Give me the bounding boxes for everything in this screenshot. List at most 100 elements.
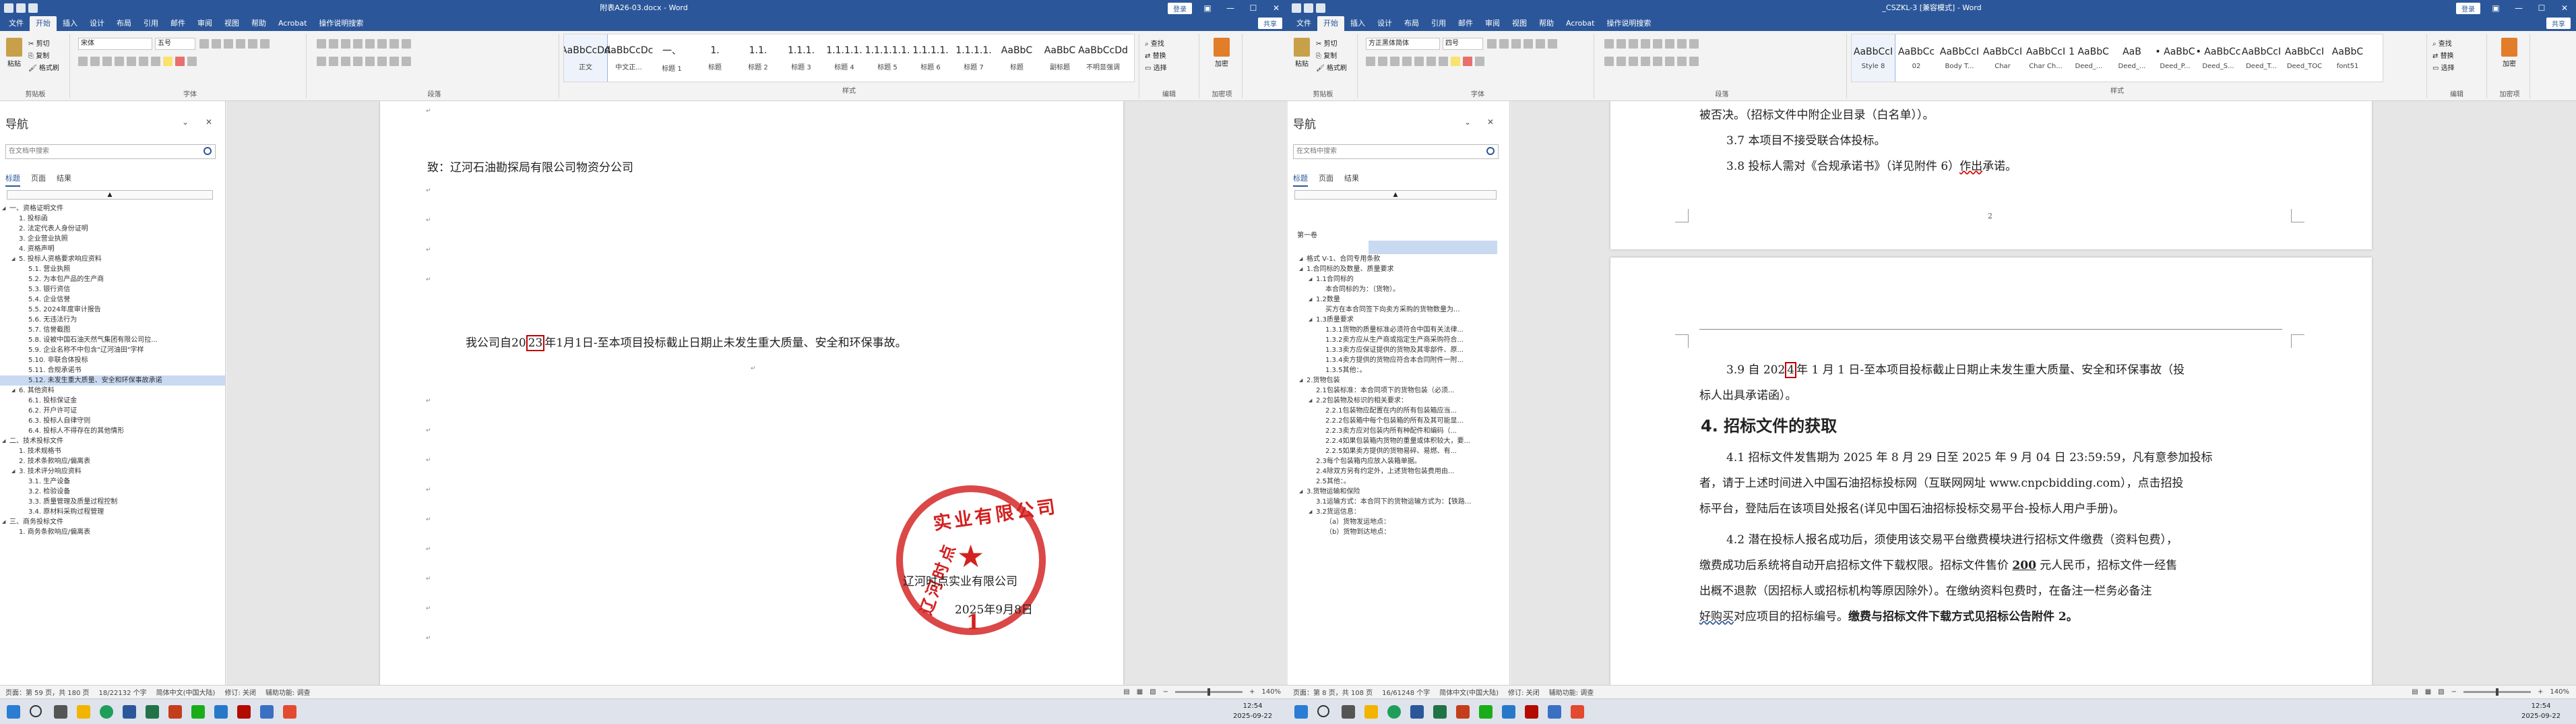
nav-heading-item[interactable]: 2.2.4如果包装箱内货物的重量或体积较大，要... <box>1288 436 1509 446</box>
select-button[interactable]: ▭ 选择 <box>1145 62 1167 72</box>
document-page-prev[interactable]: 被否决。（招标文件中附企业目录（白名单））。 3.7 本项目不接受联合体投标。 … <box>1610 101 2372 249</box>
menu-tab-4[interactable]: 布局 <box>111 16 137 31</box>
style-item[interactable]: AaBbCcI Deed_T... <box>2240 34 2283 82</box>
menu-tab-1[interactable]: 开始 <box>1317 16 1344 31</box>
start-icon[interactable] <box>7 705 20 719</box>
nav-heading-item[interactable]: （a）货物发运地点： <box>1288 517 1509 527</box>
accessibility[interactable]: 辅助功能: 调查 <box>1549 687 1594 697</box>
nav-heading-item[interactable]: 2. 技术条款响应/偏离表 <box>0 456 225 466</box>
italic-icon[interactable] <box>1378 57 1387 66</box>
app-icon[interactable] <box>1548 705 1561 719</box>
underline-icon[interactable] <box>102 57 112 66</box>
style-item[interactable]: 1. 标题 <box>693 34 736 82</box>
nav-heading-item[interactable]: 5.2. 为本包产品的生产商 <box>0 274 225 284</box>
italic-icon[interactable] <box>90 57 100 66</box>
nav-heading-item[interactable]: 3.2. 检验设备 <box>0 487 225 497</box>
nav-heading-item[interactable]: ◢ 1.1合同标的 <box>1288 274 1509 284</box>
page-count[interactable]: 页面：第 8 页，共 108 页 <box>1293 687 1373 697</box>
word-count[interactable]: 18/22132 个字 <box>99 687 147 697</box>
nav-heading-item[interactable]: 5.10. 非联合体投标 <box>0 355 225 365</box>
select-button[interactable]: ▭ 选择 <box>2432 62 2455 72</box>
nav-heading-item[interactable]: ◢ 3.货物运输和保险 <box>1288 487 1509 497</box>
nav-heading-item[interactable]: 5.4. 企业信誉 <box>0 295 225 305</box>
change-case-icon[interactable] <box>224 39 233 49</box>
read-mode-icon[interactable]: ▤ <box>2412 688 2418 696</box>
edge-icon[interactable] <box>1502 705 1515 719</box>
justify-icon[interactable] <box>353 57 363 66</box>
style-item[interactable]: 1.1.1.1. 标题 6 <box>909 34 952 82</box>
nav-heading-item[interactable]: 1.3.4卖方提供的货物应符合本合同附件一附... <box>1288 355 1509 365</box>
copy-button[interactable]: ⎘ 复制 <box>1316 50 1337 60</box>
nav-heading-item[interactable]: （b）货物到达地点： <box>1288 527 1509 537</box>
menu-tab-0[interactable]: 文件 <box>3 16 30 31</box>
excel-icon[interactable] <box>1433 705 1447 719</box>
nav-heading-item[interactable]: ◢ 1.合同标的及数量、质量要求 <box>1288 264 1509 274</box>
bullets-icon[interactable] <box>317 39 326 49</box>
nav-heading-item[interactable]: 2.4除双方另有约定外，上述货物包装费用由... <box>1288 466 1509 477</box>
align-center-icon[interactable] <box>329 57 338 66</box>
nav-heading-item[interactable]: 2.1包装标准：本合同项下的货物包装（必须... <box>1288 386 1509 396</box>
search-icon[interactable] <box>1486 147 1495 155</box>
bold-icon[interactable] <box>78 57 88 66</box>
show-marks-icon[interactable] <box>402 39 411 49</box>
close-icon[interactable]: ✕ <box>1269 3 1284 13</box>
cut-button[interactable]: ✂ 剪切 <box>28 38 50 48</box>
style-item[interactable]: 1 AaBbC Deed_... <box>2067 34 2110 82</box>
char-shading-icon[interactable] <box>187 57 197 66</box>
text-effect-icon[interactable] <box>151 57 160 66</box>
highlight-icon[interactable] <box>163 57 172 66</box>
shrink-font-icon[interactable] <box>212 39 221 49</box>
sort-icon[interactable] <box>389 39 399 49</box>
shading-icon[interactable] <box>1677 57 1687 66</box>
font-name-combo[interactable]: 宋体 <box>78 38 152 50</box>
minimize-icon[interactable]: — <box>2511 3 2526 13</box>
menu-tab-6[interactable]: 邮件 <box>164 16 191 31</box>
task-view-icon[interactable] <box>1342 705 1355 719</box>
menu-tab-5[interactable]: 引用 <box>137 16 164 31</box>
nav-heading-item[interactable]: 3.4. 原材料采购过程管理 <box>0 507 225 517</box>
phonetic-icon[interactable] <box>248 39 257 49</box>
nav-heading-item[interactable]: 5.5. 2024年度审计报告 <box>0 305 225 315</box>
track-changes[interactable]: 修订: 关闭 <box>224 687 256 697</box>
font-color-icon[interactable] <box>175 57 185 66</box>
nav-tab-1[interactable]: 页面 <box>1319 173 1333 187</box>
menu-tab-8[interactable]: 视图 <box>1506 16 1533 31</box>
nav-heading-item[interactable]: ◢ 格式 V-1、合同专用条款 <box>1288 254 1509 264</box>
justify-icon[interactable] <box>1641 57 1650 66</box>
expand-triangle-icon[interactable]: ◢ <box>1309 315 1312 325</box>
style-item[interactable]: AaBbCcI Style 8 <box>1852 34 1895 82</box>
expand-triangle-icon[interactable]: ◢ <box>11 466 15 477</box>
nav-heading-item[interactable]: 6.4. 投标人不得存在的其他情形 <box>0 426 225 436</box>
strikethrough-icon[interactable] <box>115 57 124 66</box>
nav-heading-item[interactable]: ◢ 3. 技术评分响应资料 <box>0 466 225 477</box>
nav-heading-item[interactable]: ◢ 1.2数量 <box>1288 295 1509 305</box>
decrease-indent-icon[interactable] <box>353 39 363 49</box>
excel-icon[interactable] <box>146 705 159 719</box>
clock-right[interactable]: 12:54 2025-09-22 <box>2521 701 2561 721</box>
nav-heading-item[interactable]: 5.3. 银行资信 <box>0 284 225 295</box>
nav-heading-item[interactable]: 1. 商务条款响应/偏离表 <box>0 527 225 537</box>
document-area[interactable]: 被否决。（招标文件中附企业目录（白名单））。 3.7 本项目不接受联合体投标。 … <box>1511 101 2576 685</box>
acrobat-icon[interactable] <box>1525 705 1538 719</box>
subscript-icon[interactable] <box>1414 57 1424 66</box>
share-button[interactable]: 共享 <box>2546 18 2571 29</box>
shading-icon[interactable] <box>389 57 399 66</box>
menu-tab-2[interactable]: 插入 <box>1344 16 1371 31</box>
style-item[interactable]: 1.1.1.1. 标题 7 <box>952 34 995 82</box>
chinese-layout-icon[interactable] <box>1665 39 1674 49</box>
style-item[interactable]: AaBbCc 02 <box>1895 34 1938 82</box>
paste-button[interactable]: 粘贴 <box>1292 38 1312 68</box>
show-marks-icon[interactable] <box>1689 39 1699 49</box>
chevron-down-icon[interactable]: ⌄ <box>182 117 189 127</box>
nav-heading-item[interactable]: 1.3.5其他：。 <box>1288 365 1509 375</box>
undo-icon[interactable] <box>1304 3 1313 13</box>
distributed-icon[interactable] <box>1653 57 1662 66</box>
redo-icon[interactable] <box>1316 3 1325 13</box>
nav-heading-item[interactable]: 2.2.5如果卖方提供的货物易碎、易燃、有... <box>1288 446 1509 456</box>
superscript-icon[interactable] <box>139 57 148 66</box>
clear-format-icon[interactable] <box>1523 39 1533 49</box>
clear-format-icon[interactable] <box>236 39 245 49</box>
nav-tab-1[interactable]: 页面 <box>31 173 46 187</box>
menu-tab-11[interactable]: 操作说明搜索 <box>313 16 369 31</box>
expand-triangle-icon[interactable]: ◢ <box>11 386 15 396</box>
